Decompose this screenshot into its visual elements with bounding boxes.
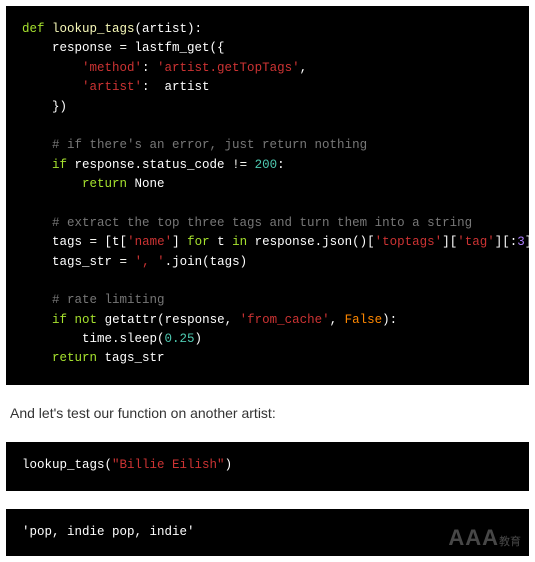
func-name: lookup_tags	[52, 22, 135, 36]
t: tags	[52, 235, 90, 249]
keyword-if: if	[52, 158, 67, 172]
t: ][	[442, 235, 457, 249]
t: None	[127, 177, 165, 191]
t: )	[225, 458, 233, 472]
comment: # rate limiting	[52, 293, 165, 307]
comment: # if there's an error, just return nothi…	[52, 138, 367, 152]
t: =	[90, 235, 98, 249]
code-block-call: lookup_tags("Billie Eilish")	[6, 442, 529, 491]
t: )	[195, 332, 203, 346]
t: response.status_code	[67, 158, 232, 172]
t: 'from_cache'	[240, 313, 330, 327]
keyword-in: in	[232, 235, 247, 249]
number: 200	[255, 158, 278, 172]
t	[247, 158, 255, 172]
arg-string: "Billie Eilish"	[112, 458, 225, 472]
func-call: lookup_tags	[22, 458, 105, 472]
t	[67, 313, 75, 327]
t: artist	[165, 80, 210, 94]
t: [t[	[97, 235, 127, 249]
keyword-for: for	[187, 235, 210, 249]
watermark-main: AAA	[448, 525, 499, 550]
t: :	[142, 61, 157, 75]
output-text: 'pop, indie pop, indie'	[22, 525, 195, 539]
t: ][:	[495, 235, 518, 249]
t: time.sleep(	[82, 332, 165, 346]
keyword-not: not	[75, 313, 98, 327]
keyword-return: return	[82, 177, 127, 191]
number: 0.25	[165, 332, 195, 346]
code-block-lookup-tags: def lookup_tags(artist): response = last…	[6, 6, 529, 385]
t: t	[210, 235, 233, 249]
t: tags_str	[97, 351, 165, 365]
t: .join(tags)	[165, 255, 248, 269]
params: (artist):	[135, 22, 203, 36]
keyword-def: def	[22, 22, 45, 36]
t: ,	[300, 61, 308, 75]
t: :	[142, 80, 165, 94]
number: 3	[517, 235, 525, 249]
t: ]]	[525, 235, 529, 249]
prose-test-function: And let's test our function on another a…	[10, 403, 529, 424]
t: ', '	[135, 255, 165, 269]
t: !=	[232, 158, 247, 172]
t: 'toptags'	[375, 235, 443, 249]
keyword-if: if	[52, 313, 67, 327]
t: tags_str	[52, 255, 120, 269]
t: (	[105, 458, 113, 472]
t: lastfm_get({	[127, 41, 225, 55]
t: ,	[330, 313, 345, 327]
t: response.json()[	[247, 235, 375, 249]
t: })	[52, 100, 67, 114]
t: response	[52, 41, 120, 55]
watermark-sub: 教育	[499, 536, 521, 548]
t: getattr(response,	[97, 313, 240, 327]
comment: # extract the top three tags and turn th…	[52, 216, 472, 230]
watermark: AAA教育	[448, 521, 521, 554]
t: :	[277, 158, 285, 172]
keyword-return: return	[52, 351, 97, 365]
t	[127, 255, 135, 269]
output-block: 'pop, indie pop, indie' AAA教育	[6, 509, 529, 556]
t: ]	[172, 235, 187, 249]
t: ):	[382, 313, 397, 327]
t: 'name'	[127, 235, 172, 249]
dict-val: 'artist.getTopTags'	[157, 61, 300, 75]
t: 'tag'	[457, 235, 495, 249]
dict-key: 'artist'	[82, 80, 142, 94]
t: =	[120, 255, 128, 269]
dict-key: 'method'	[82, 61, 142, 75]
t: =	[120, 41, 128, 55]
bool-false: False	[345, 313, 383, 327]
